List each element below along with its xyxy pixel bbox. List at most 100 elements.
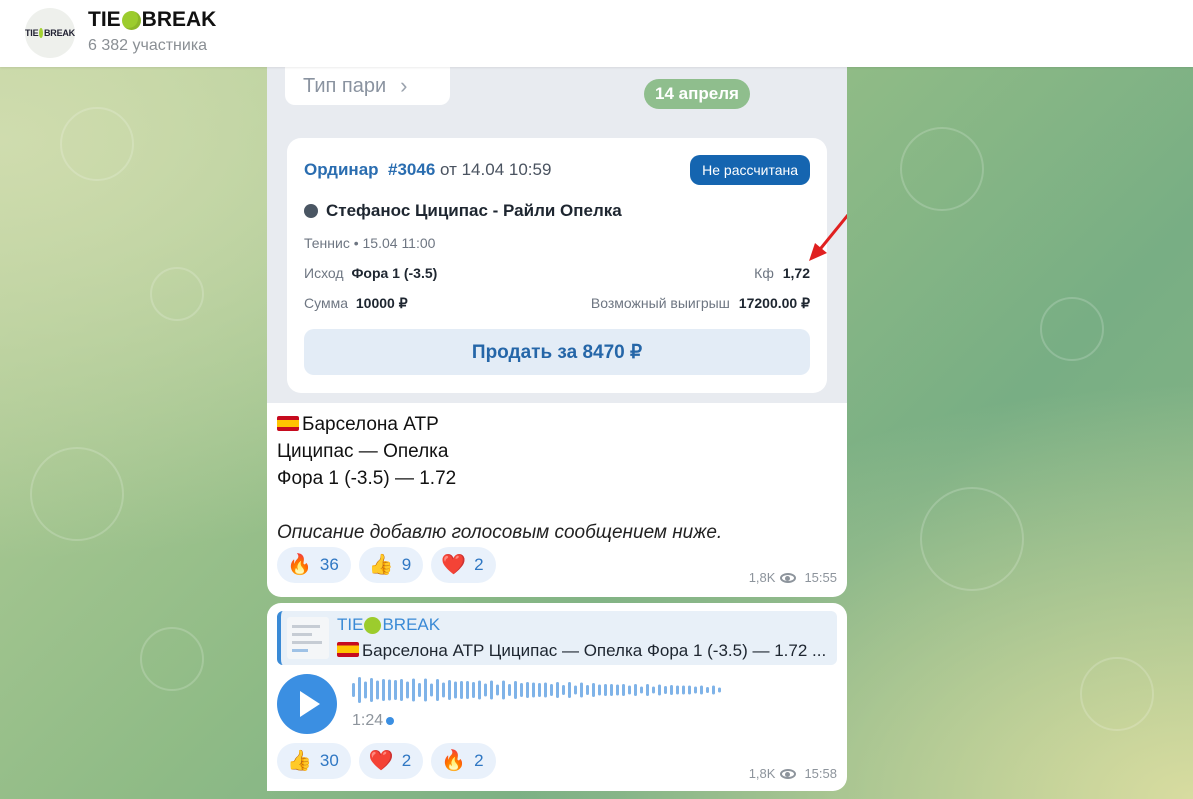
doodle-circle-icon [140,627,204,691]
thumbs-up-icon: 👍 [287,750,312,772]
message-meta: 1,8K 15:55 [749,570,837,585]
tennis-ball-icon [39,28,43,38]
waveform-bar [364,681,367,699]
waveform-bar [616,684,619,696]
spain-flag-icon [277,416,299,431]
reply-preview[interactable]: TIE BREAK Барселона ATP Циципас — Опелка… [277,611,837,665]
bet-screenshot[interactable]: Тип пари › 14 апреля Ординар #3046 от 14… [267,67,847,403]
waveform-bar [652,686,655,694]
waveform-bar [658,684,661,696]
channel-avatar[interactable]: TIE BREAK [25,8,75,58]
waveform-bar [544,682,547,698]
outcome-row: Исход Фора 1 (-3.5) [304,265,437,281]
chevron-right-icon: › [400,73,408,98]
red-arrow-icon [809,213,847,261]
waveform-bar [694,686,697,694]
waveform-bar [496,684,499,696]
reaction-fire[interactable]: 🔥 36 [277,547,351,583]
waveform-bar [442,682,445,698]
doodle-circle-icon [1040,297,1104,361]
waveform-bar [424,678,427,702]
waveform-bar [688,685,691,695]
waveform-bar [706,687,709,693]
reaction-count: 2 [474,555,484,574]
waveform-bar [640,686,643,694]
channel-title-part2: BREAK [141,8,217,31]
view-count: 1,8K [748,570,776,585]
channel-title[interactable]: TIE BREAK [88,8,216,32]
waveform-bar [502,680,505,700]
waveform-bar [610,684,613,696]
coef-row: Кф 1,72 [754,265,810,281]
coef-value: 1,72 [782,265,810,281]
sum-value: 10000 ₽ [355,295,408,311]
sport-time: Теннис • 15.04 11:00 [304,235,436,251]
waveform-bar [514,681,517,699]
match-title: Стефанос Циципас - Райли Опелка [304,201,622,221]
text-line-2: Циципас — Опелка [277,441,449,462]
eye-icon [780,768,797,779]
match-name: Стефанос Циципас - Райли Опелка [326,201,622,220]
waveform-bar [568,682,571,698]
status-badge: Не рассчитана [690,155,810,185]
play-button[interactable] [277,674,337,734]
waveform-bar [556,682,559,698]
message-text: Барселона ATP Циципас — Опелка Фора 1 (-… [277,411,722,546]
message-time: 15:55 [804,570,837,585]
chat-header[interactable]: TIE BREAK TIE BREAK 6 382 участника [0,0,1193,67]
waveform-bar [586,685,589,695]
waveform-bar [628,685,631,695]
sum-row: Сумма 10000 ₽ [304,295,408,312]
outcome-label: Исход [304,265,344,281]
voice-waveform[interactable] [352,675,732,705]
unplayed-dot-icon [386,717,395,725]
bet-card: Ординар #3046 от 14.04 10:59 Не рассчита… [287,138,827,393]
waveform-bar [448,680,451,700]
waveform-bar [718,687,721,693]
text-line-3: Фора 1 (-3.5) — 1.72 [277,468,457,489]
date-pill: 14 апреля [644,79,750,109]
waveform-bar [580,682,583,698]
tennis-ball-icon [364,616,382,634]
coef-label: Кф [754,265,774,281]
win-label: Возможный выигрыш [590,295,730,311]
waveform-bar [592,683,595,697]
message-bubble-1[interactable]: Тип пари › 14 апреля Ординар #3046 от 14… [267,67,847,597]
waveform-bar [484,683,487,697]
waveform-bar [376,680,379,700]
waveform-bar [682,685,685,695]
doodle-circle-icon [150,267,204,321]
reaction-thumbs-up[interactable]: 👍 30 [277,743,351,779]
reply-text-content: Барселона ATP Циципас — Опелка Фора 1 (-… [362,641,827,660]
waveform-bar [352,683,355,697]
reply-thumbnail [287,617,329,659]
reaction-thumbs-up[interactable]: 👍 9 [358,547,424,583]
waveform-bar [526,682,529,698]
voice-duration: 1:24 [352,712,395,730]
message-meta: 1,8K 15:58 [749,766,837,781]
bet-datetime: от 14.04 10:59 [440,160,552,179]
fire-icon: 🔥 [441,750,467,772]
waveform-bar [472,682,475,698]
waveform-bar [574,685,577,695]
waveform-bar [550,684,553,696]
message-bubble-2[interactable]: TIE BREAK Барселона ATP Циципас — Опелка… [267,603,847,791]
message-time: 15:58 [804,766,837,781]
reaction-fire[interactable]: 🔥 2 [431,743,496,779]
reactions-bar: 🔥 36 👍 9 ❤️ 2 [277,547,496,583]
reaction-count: 9 [401,555,412,574]
reply-title-part1: TIE [337,615,364,634]
waveform-bar [712,685,715,695]
waveform-bar [664,686,667,694]
tennis-ball-icon [304,204,318,218]
reaction-count: 36 [319,555,339,574]
waveform-bar [436,679,439,701]
duration-text: 1:24 [352,712,384,729]
reaction-heart[interactable]: ❤️ 2 [431,547,496,583]
waveform-bar [418,683,421,697]
reaction-heart[interactable]: ❤️ 2 [358,743,424,779]
doodle-circle-icon [920,487,1024,591]
outcome-value: Фора 1 (-3.5) [351,265,438,281]
text-line-4: Описание добавлю голосовым сообщением ни… [277,522,723,543]
waveform-bar [412,678,415,702]
